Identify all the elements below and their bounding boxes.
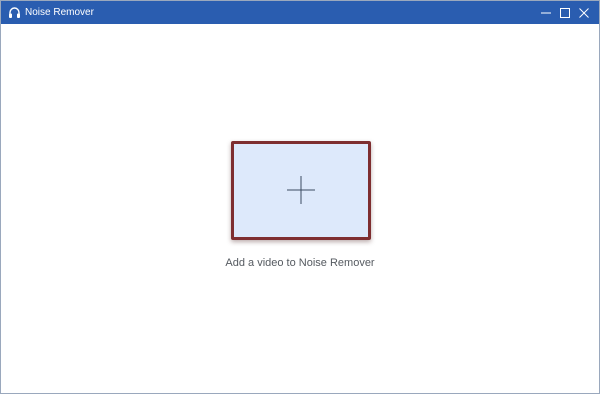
plus-icon bbox=[286, 175, 316, 205]
title-bar[interactable]: Noise Remover bbox=[1, 1, 599, 24]
add-video-button[interactable] bbox=[231, 141, 371, 240]
app-window: Noise Remover Add a video to Noise Remov… bbox=[0, 0, 600, 394]
window-title: Noise Remover bbox=[25, 7, 94, 18]
minimize-icon bbox=[541, 8, 551, 18]
main-content: Add a video to Noise Remover bbox=[1, 24, 599, 393]
close-button[interactable] bbox=[573, 1, 595, 24]
maximize-icon bbox=[560, 7, 570, 18]
headphones-icon bbox=[8, 6, 21, 19]
add-video-caption: Add a video to Noise Remover bbox=[225, 257, 375, 269]
close-icon bbox=[579, 7, 589, 18]
